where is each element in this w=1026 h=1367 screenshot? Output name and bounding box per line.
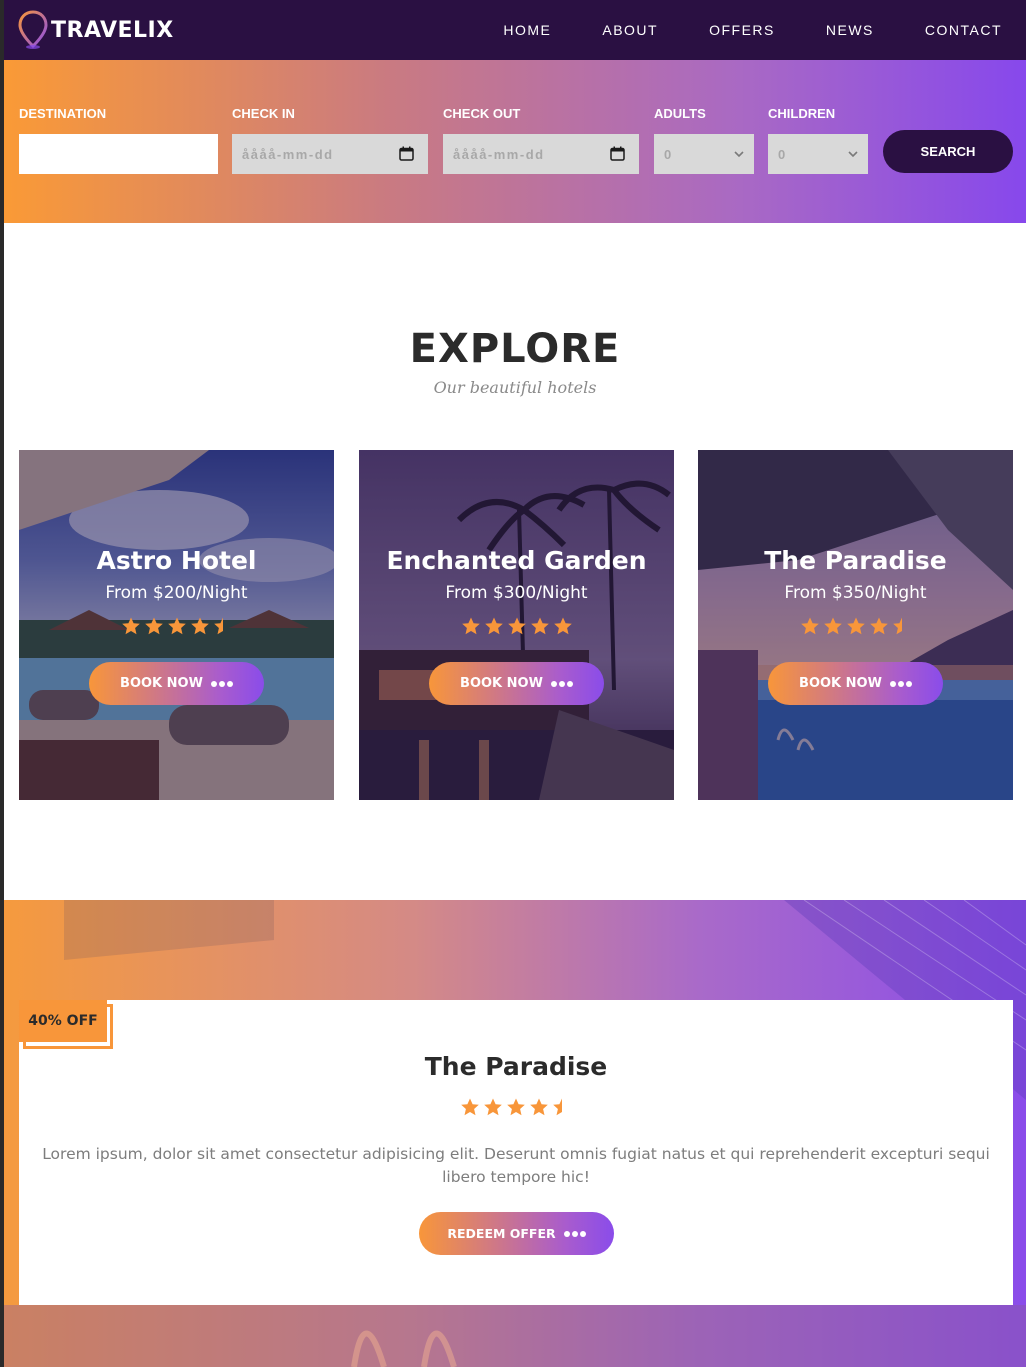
top-navbar: TRAVELIX HOME ABOUT OFFERS NEWS CONTACT [4,0,1026,60]
checkin-label: CHECK IN [232,106,295,121]
search-button[interactable]: SEARCH [883,130,1013,173]
checkout-label: CHECK OUT [443,106,521,121]
star-icon [800,617,819,635]
offer-description: Lorem ipsum, dolor sit amet consectetur … [42,1145,990,1186]
checkout-input[interactable]: åååå-mm-dd [443,134,639,174]
checkout-group: CHECK OUT åååå-mm-dd [443,106,639,174]
half-star-icon [553,1098,562,1116]
main-nav: HOME ABOUT OFFERS NEWS CONTACT [503,22,1026,38]
hotel-price: From $350/Night [784,583,927,603]
hotel-name: The Paradise [764,546,947,575]
children-value: 0 [778,146,787,162]
dots-icon [549,680,573,687]
book-now-button[interactable]: BOOK NOW [89,662,264,705]
chevron-down-icon [734,151,744,158]
nav-news[interactable]: NEWS [826,22,874,38]
star-icon [869,617,888,635]
children-select[interactable]: 0 [768,134,868,174]
explore-title: EXPLORE [409,326,621,372]
half-star-icon [892,617,902,635]
adults-group: ADULTS 0 [654,106,754,174]
star-icon [461,617,480,635]
redeem-offer-button[interactable]: REDEEM OFFER [419,1212,614,1255]
star-icon [121,617,140,635]
chevron-down-icon [848,151,858,158]
calendar-icon[interactable] [399,146,414,161]
offer-card: 40% OFF The Paradise Lorem ipsum, dolor … [19,1000,1013,1305]
destination-group: DESTINATION [19,106,218,174]
hotel-rating [19,616,334,636]
nav-contact[interactable]: CONTACT [925,22,1002,38]
discount-badge: 40% OFF [19,1000,107,1042]
star-icon [530,617,549,635]
checkin-input[interactable]: åååå-mm-dd [232,134,428,174]
star-icon [461,1098,479,1116]
adults-select[interactable]: 0 [654,134,754,174]
star-icon [553,617,572,635]
book-now-button[interactable]: BOOK NOW [768,662,943,705]
adults-value: 0 [664,146,673,162]
book-now-label: BOOK NOW [460,676,543,691]
star-icon [530,1098,548,1116]
half-star-icon [213,617,223,635]
hotel-card: The Paradise From $350/Night BOOK NOW [698,450,1013,800]
offer-title: The Paradise [424,1052,608,1081]
logo-text: TRAVELIX [51,17,174,43]
star-icon [823,617,842,635]
hotel-rating [698,616,1013,636]
nav-offers[interactable]: OFFERS [709,22,775,38]
offer-rating [19,1097,1013,1117]
book-now-label: BOOK NOW [120,676,203,691]
checkin-group: CHECK IN åååå-mm-dd [232,106,428,174]
star-icon [484,1098,502,1116]
star-icon [507,1098,525,1116]
star-icon [484,617,503,635]
adults-label: ADULTS [654,106,706,121]
destination-input[interactable] [19,134,218,174]
hotel-card: Astro Hotel From $200/Night BOOK NOW [19,450,334,800]
star-icon [144,617,163,635]
dots-icon [888,680,912,687]
nav-home[interactable]: HOME [503,22,551,38]
book-now-button[interactable]: BOOK NOW [429,662,604,705]
calendar-icon[interactable] [610,146,625,161]
logo[interactable]: TRAVELIX [18,10,174,50]
hotel-name: Astro Hotel [96,546,257,575]
redeem-offer-label: REDEEM OFFER [447,1226,556,1241]
map-pin-icon [18,10,48,49]
dots-icon [209,680,233,687]
nav-about[interactable]: ABOUT [602,22,658,38]
star-icon [507,617,526,635]
hotel-price: From $200/Night [105,583,248,603]
children-group: CHILDREN 0 [768,106,868,174]
explore-subtitle: Our beautiful hotels [433,378,597,397]
checkout-placeholder: åååå-mm-dd [453,146,545,162]
children-label: CHILDREN [768,106,836,121]
hotel-name: Enchanted Garden [386,546,647,575]
hotel-rating [359,616,674,636]
hotel-card: Enchanted Garden From $300/Night BOOK NO… [359,450,674,800]
star-icon [190,617,209,635]
star-icon [167,617,186,635]
hotel-price: From $300/Night [445,583,588,603]
book-now-label: BOOK NOW [799,676,882,691]
dots-icon [562,1230,586,1237]
search-bar: DESTINATION CHECK IN åååå-mm-dd CHECK OU… [4,60,1026,223]
destination-label: DESTINATION [19,106,107,121]
star-icon [846,617,865,635]
checkin-placeholder: åååå-mm-dd [242,146,334,162]
offer-section: 40% OFF The Paradise Lorem ipsum, dolor … [4,900,1026,1367]
